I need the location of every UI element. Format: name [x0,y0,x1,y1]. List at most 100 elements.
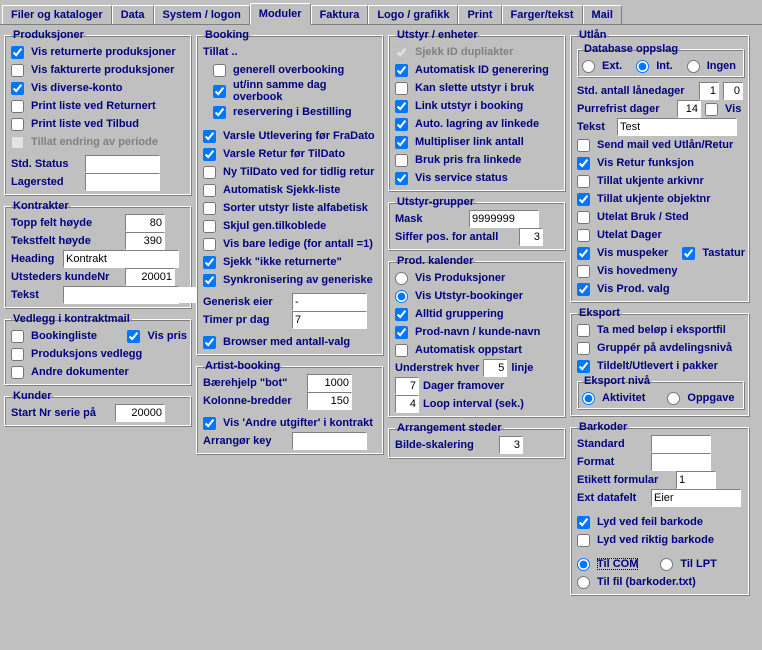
chk-vis-retur[interactable] [577,157,590,170]
input-siffer[interactable] [519,228,543,246]
tab-system[interactable]: System / logon [154,5,250,24]
chk-lyd-riktig[interactable] [577,534,590,547]
chk-skjul-gen[interactable] [203,220,216,233]
chk-utelat-bruk[interactable] [577,211,590,224]
chk-varsle-retur[interactable] [203,148,216,161]
input-lagersted[interactable] [85,173,160,191]
radio-til-fil[interactable] [577,576,590,589]
lbl-vis-muspeker: Vis muspeker [597,247,668,259]
chk-link-utstyr[interactable] [395,100,408,113]
tab-filer[interactable]: Filer og kataloger [2,5,112,24]
input-heading[interactable] [63,250,179,268]
chk-alltid-grupp[interactable] [395,308,408,321]
chk-auto-sjekk[interactable] [203,184,216,197]
chk-tastatur[interactable] [682,247,695,260]
chk-prod-vedlegg[interactable] [11,348,24,361]
radio-til-com[interactable] [577,558,590,571]
input-std-status[interactable] [85,155,160,173]
chk-auto-lagring[interactable] [395,118,408,131]
tab-faktura[interactable]: Faktura [311,5,369,24]
chk-vis-andre[interactable] [203,417,216,430]
chk-send-mail[interactable] [577,139,590,152]
input-std-antall[interactable] [699,82,719,100]
chk-utelat-dager[interactable] [577,229,590,242]
input-purrefrist[interactable] [677,100,701,118]
input-start-nr[interactable] [115,404,165,422]
chk-browser-antall[interactable] [203,336,216,349]
chk-vis-utlan[interactable] [705,103,718,116]
radio-ingen[interactable] [687,60,700,73]
chk-tildelt[interactable] [577,360,590,373]
input-arrangor[interactable] [292,432,367,450]
chk-reservering[interactable] [213,106,226,119]
chk-vis-service[interactable] [395,172,408,185]
input-ext-datafelt[interactable] [651,489,741,507]
tab-farger[interactable]: Farger/tekst [502,5,583,24]
chk-bruk-pris[interactable] [395,154,408,167]
chk-tillat-arkiv[interactable] [577,175,590,188]
chk-varsle-utlev[interactable] [203,130,216,143]
chk-print-tilbud[interactable] [11,118,24,131]
chk-ny-tildato[interactable] [203,166,216,179]
input-std-antall2[interactable] [723,82,743,100]
radio-aktivitet[interactable] [582,392,595,405]
combo-tekst-input[interactable] [64,287,210,303]
radio-oppgave[interactable] [667,392,680,405]
chk-vis-pris[interactable] [127,330,140,343]
radio-int[interactable] [636,60,649,73]
radio-til-lpt[interactable] [660,558,673,571]
chk-vis-fakturerte[interactable] [11,64,24,77]
chk-auto-opp[interactable] [395,344,408,357]
chk-sorter[interactable] [203,202,216,215]
chk-auto-id[interactable] [395,64,408,77]
radio-vis-utstyr-book[interactable] [395,290,408,303]
input-topp-felt[interactable] [125,214,165,232]
combo-tekst[interactable]: ▼ [63,286,179,304]
chk-synk[interactable] [203,274,216,287]
chk-prod-navn[interactable] [395,326,408,339]
chk-vis-muspeker[interactable] [577,247,590,260]
chk-vis-returnerte[interactable] [11,46,24,59]
chk-sjekk-ikke[interactable] [203,256,216,269]
input-etikett[interactable] [676,471,716,489]
chk-vis-prod-valg[interactable] [577,283,590,296]
chk-bookingliste[interactable] [11,330,24,343]
chk-tillat-objekt[interactable] [577,193,590,206]
input-tekst-utlan[interactable] [617,118,737,136]
input-bilde-skal[interactable] [499,436,523,454]
chk-print-returnert[interactable] [11,100,24,113]
chk-vis-diverse[interactable] [11,82,24,95]
chk-lyd-feil[interactable] [577,516,590,529]
input-timer-dag[interactable] [292,311,367,329]
input-standard[interactable] [651,435,711,453]
lbl-format: Format [577,456,647,468]
chk-vis-hovedmeny[interactable] [577,265,590,278]
input-utsteders[interactable] [125,268,175,286]
input-tekstfelt[interactable] [125,232,165,250]
input-mask[interactable] [469,210,539,228]
chk-kan-slette[interactable] [395,82,408,95]
input-loop[interactable] [395,395,419,413]
chk-vis-bare[interactable] [203,238,216,251]
chk-multipliser[interactable] [395,136,408,149]
tab-logo[interactable]: Logo / grafikk [368,5,458,24]
tab-print[interactable]: Print [458,5,501,24]
group-barkoder: Barkoder Standard Format Etikett formula… [570,421,750,596]
input-dager-fram[interactable] [395,377,419,395]
input-understrek[interactable] [483,359,507,377]
input-baerehjelp[interactable] [307,374,352,392]
input-kolonne[interactable] [307,392,352,410]
tab-mail[interactable]: Mail [583,5,622,24]
tab-moduler[interactable]: Moduler [250,3,311,25]
tab-data[interactable]: Data [112,5,154,24]
input-format[interactable] [651,453,711,471]
chk-generell-over[interactable] [213,64,226,77]
chk-ta-med[interactable] [577,324,590,337]
radio-vis-produksjoner[interactable] [395,272,408,285]
lbl-lyd-feil: Lyd ved feil barkode [597,516,703,528]
chk-utinn[interactable] [213,85,226,98]
chk-gruppe[interactable] [577,342,590,355]
input-generisk-eier[interactable] [292,293,367,311]
chk-andre-dok[interactable] [11,366,24,379]
radio-ext[interactable] [582,60,595,73]
